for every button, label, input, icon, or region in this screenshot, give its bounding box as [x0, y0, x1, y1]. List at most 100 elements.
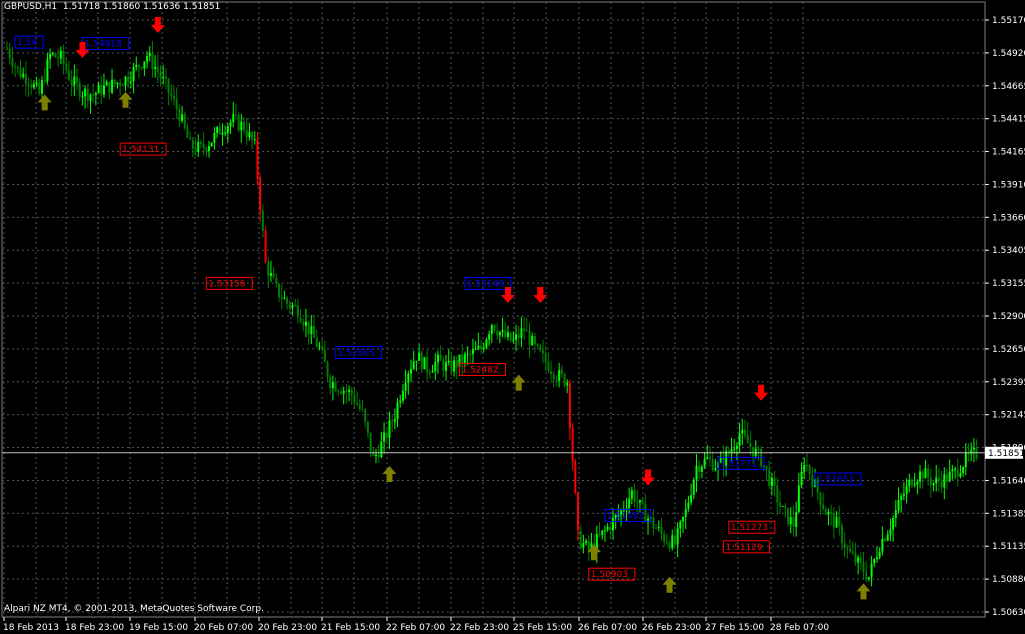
candle	[426, 357, 429, 373]
candle	[16, 66, 19, 69]
candle	[956, 468, 959, 477]
x-tick-label: 26 Feb 07:00	[578, 623, 637, 633]
candle	[795, 512, 798, 527]
candle	[307, 321, 310, 335]
candle	[528, 330, 531, 346]
candle	[434, 362, 437, 372]
candle	[237, 115, 240, 131]
candle	[428, 372, 431, 374]
candle	[439, 354, 442, 361]
price-label: 1.54	[17, 38, 37, 48]
candle	[506, 332, 509, 338]
candle	[275, 277, 278, 284]
candle	[216, 127, 219, 133]
candle	[383, 432, 386, 442]
x-tick-label: 27 Feb 15:00	[705, 623, 764, 633]
candle	[234, 114, 237, 116]
candle	[808, 465, 811, 475]
candle	[318, 346, 321, 348]
candle	[291, 305, 294, 308]
candle	[124, 76, 127, 86]
candle	[337, 390, 340, 392]
candle	[520, 328, 523, 338]
candle	[708, 457, 711, 460]
candle	[585, 540, 588, 543]
candle	[243, 121, 246, 131]
y-tick-label: 1.53405	[992, 246, 1025, 256]
candle	[757, 448, 760, 450]
candle	[770, 478, 773, 487]
candle	[81, 96, 84, 98]
candle	[498, 332, 501, 336]
candle	[164, 76, 167, 79]
candle	[369, 432, 372, 452]
candle	[496, 330, 499, 336]
candle	[420, 352, 423, 370]
candle	[894, 510, 897, 518]
candle	[749, 442, 752, 448]
candle	[102, 85, 105, 95]
candle	[951, 469, 954, 472]
up-arrow-icon	[37, 94, 52, 111]
candle	[70, 79, 73, 85]
candle	[116, 82, 119, 84]
price-label: 1.51771	[720, 459, 757, 469]
candle	[954, 468, 957, 470]
candle	[555, 379, 558, 381]
x-tick-label: 18 Feb 23:00	[65, 623, 124, 633]
candle	[372, 451, 375, 456]
candle	[353, 394, 356, 403]
candle	[964, 451, 967, 468]
candle	[563, 373, 566, 386]
candle	[59, 50, 62, 59]
candle	[321, 346, 324, 350]
candle	[35, 82, 38, 84]
candle	[137, 64, 140, 68]
down-arrow-icon	[754, 384, 769, 401]
candle	[698, 465, 701, 473]
price-chart[interactable]: 1.55170 1.54920 1.54665 1.54415 1.54165 1.539…	[0, 0, 1025, 634]
candle	[523, 328, 526, 331]
x-tick-label: 26 Feb 23:00	[642, 623, 701, 633]
candle	[862, 562, 865, 573]
y-tick-label: 1.54920	[992, 49, 1025, 59]
candle	[849, 548, 852, 552]
candle	[172, 96, 175, 99]
candle	[32, 83, 35, 88]
candle	[477, 345, 480, 349]
y-tick-label: 1.53660	[992, 213, 1025, 223]
candle	[533, 336, 536, 345]
candle	[374, 454, 377, 456]
y-tick-label: 1.51640	[992, 476, 1025, 486]
candle	[924, 468, 927, 479]
candle	[544, 352, 547, 363]
candle	[132, 67, 135, 82]
candle	[800, 471, 803, 486]
candle	[11, 58, 14, 67]
candle	[547, 362, 550, 372]
price-label: 1.51652	[817, 475, 854, 485]
candle	[51, 53, 54, 55]
y-tick-label: 1.51135	[992, 542, 1025, 552]
x-tick-label: 20 Feb 23:00	[258, 623, 317, 633]
candle	[765, 465, 768, 470]
candle	[943, 474, 946, 488]
candle	[339, 391, 342, 394]
candle	[550, 371, 553, 374]
candle	[251, 132, 254, 141]
candle	[811, 474, 814, 487]
candle	[294, 305, 297, 307]
candle	[218, 127, 221, 135]
candle	[706, 457, 709, 459]
candle	[105, 81, 108, 86]
candle	[700, 466, 703, 473]
symbol-header: GBPUSD,H1 1.51718 1.51860 1.51636 1.5185…	[4, 2, 220, 12]
price-label: 1.51129	[725, 543, 762, 553]
candle	[210, 142, 213, 147]
candle	[356, 402, 359, 405]
chart-window[interactable]: 1.55170 1.54920 1.54665 1.54415 1.54165 1.539…	[0, 0, 1025, 634]
candle	[46, 58, 49, 82]
candle	[431, 371, 434, 373]
up-arrow-icon	[856, 583, 871, 600]
candle	[566, 382, 569, 386]
